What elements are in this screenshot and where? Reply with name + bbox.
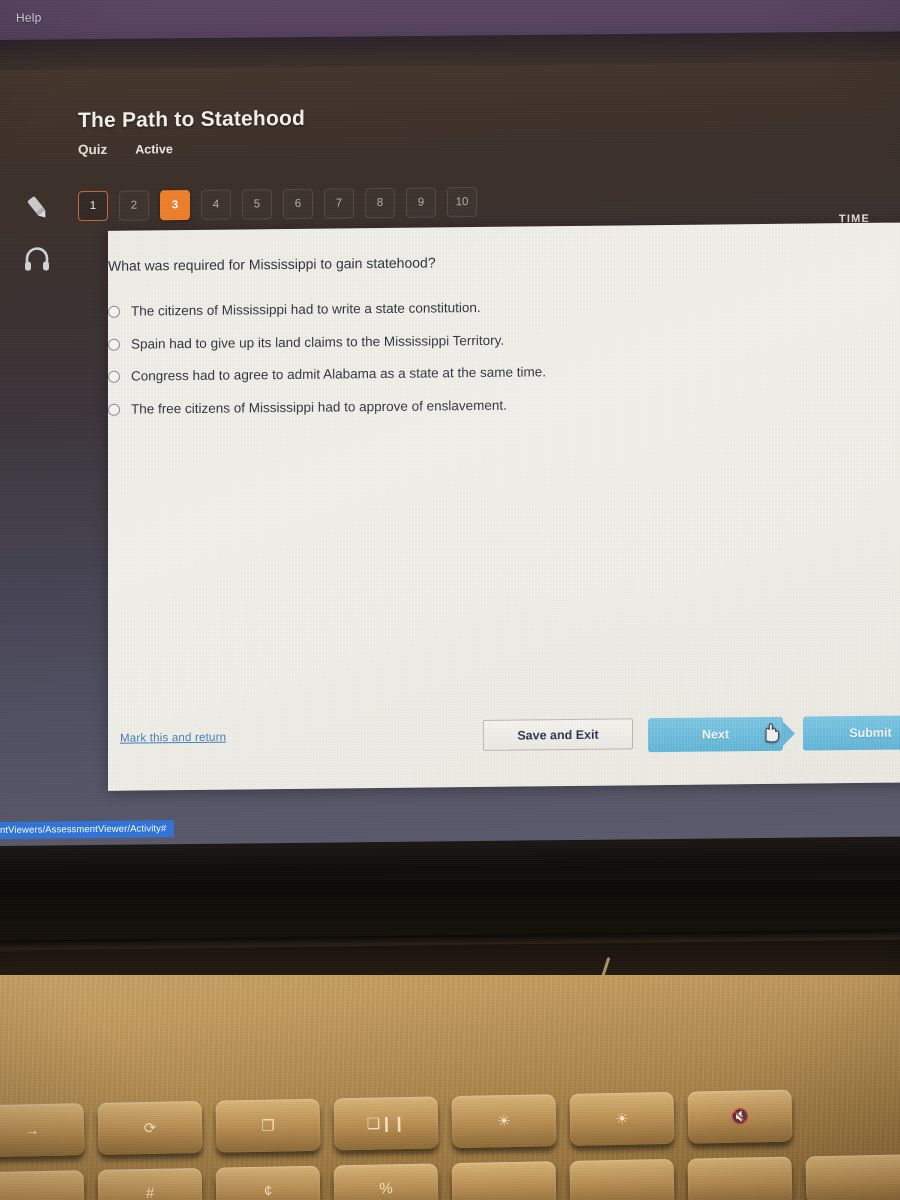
number-key-4[interactable]: [451, 1161, 557, 1200]
radio-button-icon[interactable]: [108, 370, 120, 383]
highlighter-icon[interactable]: [14, 181, 60, 233]
submit-button[interactable]: Submit: [803, 715, 900, 751]
number-key-0[interactable]: [0, 1170, 85, 1200]
answer-option-label: Congress had to agree to admit Alabama a…: [131, 364, 546, 384]
question-number-7[interactable]: 7: [324, 188, 354, 219]
number-key-5[interactable]: [569, 1158, 675, 1200]
question-number-4[interactable]: 4: [201, 189, 231, 220]
answer-option[interactable]: Spain had to give up its land claims to …: [108, 327, 868, 353]
number-key-6[interactable]: [687, 1156, 793, 1200]
answer-option[interactable]: Congress had to agree to admit Alabama a…: [108, 360, 868, 386]
answer-options[interactable]: The citizens of Mississippi had to write…: [108, 295, 868, 433]
question-number-3[interactable]: 3: [160, 190, 190, 221]
question-number-9[interactable]: 9: [406, 187, 436, 218]
quiz-meta: Quiz Active: [78, 134, 868, 157]
number-key-3[interactable]: %: [333, 1163, 439, 1200]
function-key-6[interactable]: 🔇: [687, 1089, 793, 1144]
question-number-6[interactable]: 6: [283, 188, 313, 220]
radio-button-icon[interactable]: [108, 305, 120, 318]
tool-rail: [14, 181, 70, 286]
laptop-hinge: [0, 880, 900, 980]
screenshot-photo: Help The Path to Statehood Quiz Active T…: [0, 0, 900, 1200]
quiz-title: The Path to Statehood: [78, 106, 306, 133]
quiz-type-label: Quiz: [78, 141, 108, 158]
question-number-5[interactable]: 5: [242, 189, 272, 220]
number-key-7[interactable]: [805, 1154, 900, 1200]
quiz-app: The Path to Statehood Quiz Active TIME 5…: [0, 53, 900, 852]
function-key-1[interactable]: ⟳: [97, 1100, 203, 1155]
mark-this-and-return-link[interactable]: Mark this and return: [120, 732, 226, 745]
function-key-5[interactable]: ☀: [569, 1091, 675, 1146]
function-key-0[interactable]: →: [0, 1103, 85, 1158]
question-number-2[interactable]: 2: [119, 190, 149, 221]
answer-option-label: The citizens of Mississippi had to write…: [131, 299, 481, 319]
browser-status-bar-url: ntViewers/AssessmentViewer/Activity#: [0, 820, 175, 840]
help-menu-item[interactable]: Help: [16, 11, 41, 25]
question-card: What was required for Mississippi to gai…: [108, 222, 900, 791]
question-number-1[interactable]: 1: [78, 190, 108, 222]
question-number-8[interactable]: 8: [365, 187, 395, 219]
mouse-cursor-hand-icon: [759, 720, 781, 744]
radio-button-icon[interactable]: [108, 403, 120, 416]
quiz-header: The Path to Statehood Quiz Active TIME 5: [78, 101, 870, 246]
save-and-exit-button[interactable]: Save and Exit: [483, 718, 633, 751]
function-key-4[interactable]: ☀: [451, 1094, 557, 1149]
answer-option-label: Spain had to give up its land claims to …: [131, 332, 505, 352]
card-footer: Mark this and return Save and Exit Next …: [108, 710, 900, 764]
answer-option-label: The free citizens of Mississippi had to …: [131, 397, 507, 417]
question-number-10[interactable]: 10: [447, 187, 477, 218]
headphones-icon[interactable]: [14, 233, 60, 285]
answer-option[interactable]: The free citizens of Mississippi had to …: [108, 393, 868, 419]
number-key-2[interactable]: ¢: [215, 1165, 321, 1200]
laptop-screen: Help The Path to Statehood Quiz Active T…: [0, 0, 900, 860]
function-key-3[interactable]: ❏❙❙: [333, 1096, 439, 1151]
answer-option[interactable]: The citizens of Mississippi had to write…: [108, 295, 868, 321]
quiz-status-label: Active: [135, 141, 173, 157]
question-text: What was required for Mississippi to gai…: [108, 254, 436, 274]
number-key-1[interactable]: #: [97, 1167, 203, 1200]
radio-button-icon[interactable]: [108, 338, 120, 351]
hinge-seam: [0, 929, 900, 951]
question-navigator[interactable]: 1 2 3 4 5 6 7 8 9 10: [78, 187, 477, 222]
function-key-2[interactable]: ❐: [215, 1098, 321, 1153]
